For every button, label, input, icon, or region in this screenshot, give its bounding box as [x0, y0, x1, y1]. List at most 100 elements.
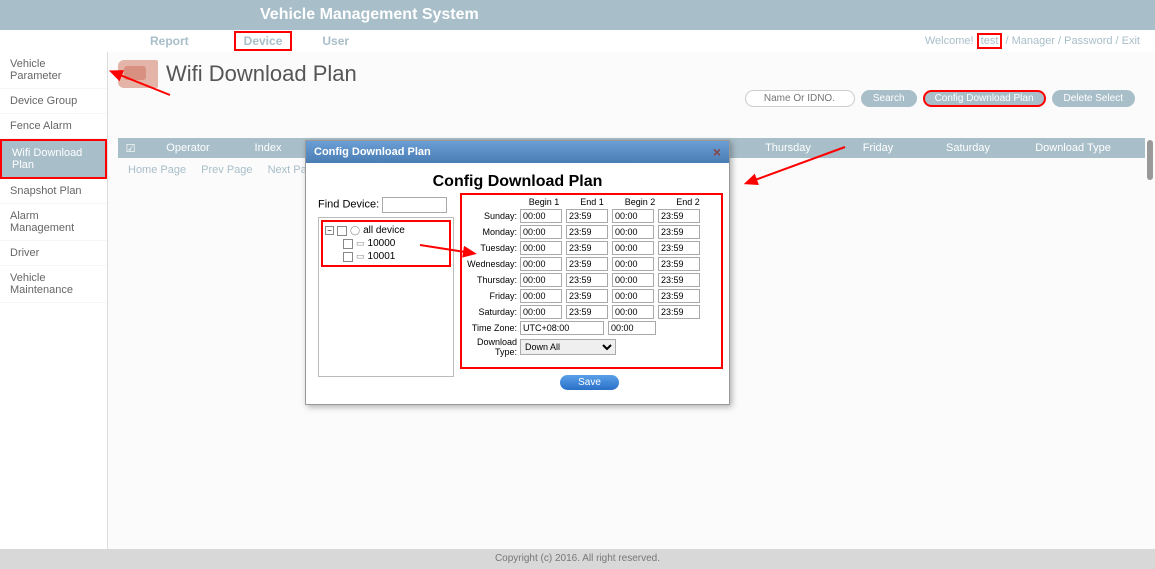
search-wrap [745, 90, 855, 107]
sidebar-item-vehicle-parameter[interactable]: Vehicle Parameter [0, 52, 107, 89]
day-label: Friday: [464, 291, 520, 301]
th-checkbox[interactable]: ☑ [118, 142, 143, 155]
timezone-label: Time Zone: [464, 323, 520, 333]
tree-checkbox[interactable] [343, 239, 353, 249]
tree-child-row[interactable]: ▭ 10000 [325, 237, 447, 250]
time-input[interactable] [566, 273, 608, 287]
nav-device[interactable]: Device [234, 31, 293, 51]
col-end2: End 2 [664, 197, 712, 207]
time-column-heads: Begin 1 End 1 Begin 2 End 2 [520, 197, 717, 207]
download-type-select[interactable]: Down All [520, 339, 616, 355]
config-download-plan-modal: Config Download Plan × Config Download P… [305, 140, 730, 405]
download-type-label: Download Type: [464, 337, 520, 357]
username[interactable]: test [977, 33, 1003, 49]
device-icon: ▭ [356, 238, 365, 249]
sidebar-item-vehicle-maintenance[interactable]: Vehicle Maintenance [0, 266, 107, 303]
time-input[interactable] [566, 225, 608, 239]
time-input[interactable] [520, 289, 562, 303]
manager-link[interactable]: Manager [1012, 35, 1055, 47]
timezone-offset-input[interactable] [608, 321, 656, 335]
pager-prev[interactable]: Prev Page [201, 164, 252, 176]
tree-child-row[interactable]: ▭ 10001 [325, 250, 447, 263]
search-button[interactable]: Search [861, 90, 917, 107]
find-device-input[interactable] [382, 197, 447, 213]
time-input[interactable] [658, 289, 700, 303]
tree-child-label: 10001 [368, 251, 396, 262]
nav-report[interactable]: Report [150, 34, 189, 48]
time-input[interactable] [612, 289, 654, 303]
th-saturday: Saturday [923, 142, 1013, 154]
time-input[interactable] [658, 305, 700, 319]
page-title: Wifi Download Plan [166, 61, 357, 87]
day-row: Tuesday: [464, 241, 717, 255]
exit-link[interactable]: Exit [1122, 35, 1140, 47]
time-input[interactable] [658, 257, 700, 271]
delete-select-button[interactable]: Delete Select [1052, 90, 1135, 107]
time-input[interactable] [566, 209, 608, 223]
top-bar: Vehicle Management System [0, 0, 1155, 30]
time-input[interactable] [612, 225, 654, 239]
time-input[interactable] [520, 209, 562, 223]
collapse-icon[interactable]: − [325, 226, 334, 235]
time-input[interactable] [520, 225, 562, 239]
device-tree: − ◯ all device ▭ 10000 ▭ [318, 217, 454, 377]
tree-root-label: all device [363, 225, 405, 236]
day-row: Thursday: [464, 273, 717, 287]
day-label: Saturday: [464, 307, 520, 317]
modal-title-bar[interactable]: Config Download Plan × [306, 141, 729, 163]
scrollbar[interactable] [1147, 140, 1153, 180]
sidebar-item-snapshot-plan[interactable]: Snapshot Plan [0, 179, 107, 204]
time-input[interactable] [658, 241, 700, 255]
day-label: Thursday: [464, 275, 520, 285]
time-input[interactable] [612, 273, 654, 287]
day-row: Wednesday: [464, 257, 717, 271]
time-input[interactable] [612, 305, 654, 319]
time-input[interactable] [566, 257, 608, 271]
time-input[interactable] [566, 289, 608, 303]
time-input[interactable] [520, 305, 562, 319]
config-download-plan-button[interactable]: Config Download Plan [923, 90, 1046, 107]
time-input[interactable] [658, 209, 700, 223]
nav-user[interactable]: User [322, 34, 349, 48]
password-link[interactable]: Password [1064, 35, 1112, 47]
col-begin2: Begin 2 [616, 197, 664, 207]
search-input[interactable] [745, 90, 855, 107]
time-input[interactable] [566, 305, 608, 319]
sidebar-item-fence-alarm[interactable]: Fence Alarm [0, 114, 107, 139]
sidebar-item-device-group[interactable]: Device Group [0, 89, 107, 114]
th-friday: Friday [833, 142, 923, 154]
time-input[interactable] [612, 257, 654, 271]
tree-root-row[interactable]: − ◯ all device [325, 224, 447, 237]
sidebar-item-alarm-management[interactable]: Alarm Management [0, 204, 107, 241]
sidebar-item-driver[interactable]: Driver [0, 241, 107, 266]
day-label: Sunday: [464, 211, 520, 221]
save-button[interactable]: Save [560, 375, 619, 390]
modal-form: Begin 1 End 1 Begin 2 End 2 Sunday: Monda… [462, 197, 717, 390]
page-header: Wifi Download Plan [118, 60, 1145, 88]
time-input[interactable] [658, 225, 700, 239]
day-label: Wednesday: [464, 259, 520, 269]
time-input[interactable] [612, 209, 654, 223]
col-end1: End 1 [568, 197, 616, 207]
modal-bar-title: Config Download Plan [314, 146, 431, 158]
col-begin1: Begin 1 [520, 197, 568, 207]
time-input[interactable] [612, 241, 654, 255]
time-input[interactable] [658, 273, 700, 287]
day-label: Monday: [464, 227, 520, 237]
time-input[interactable] [566, 241, 608, 255]
time-input[interactable] [520, 273, 562, 287]
timezone-input[interactable] [520, 321, 604, 335]
action-row: Search Config Download Plan Delete Selec… [745, 90, 1135, 107]
tree-checkbox[interactable] [343, 252, 353, 262]
sidebar-item-wifi-download-plan[interactable]: Wifi Download Plan [0, 139, 107, 179]
th-download-type: Download Type [1013, 142, 1133, 154]
pager-home[interactable]: Home Page [128, 164, 186, 176]
globe-icon: ◯ [350, 225, 360, 236]
day-row: Saturday: [464, 305, 717, 319]
nav-bar: Report Device User Welcome! test / Manag… [0, 30, 1155, 52]
day-label: Tuesday: [464, 243, 520, 253]
tree-root-checkbox[interactable] [337, 226, 347, 236]
time-input[interactable] [520, 257, 562, 271]
close-icon[interactable]: × [713, 144, 721, 160]
time-input[interactable] [520, 241, 562, 255]
